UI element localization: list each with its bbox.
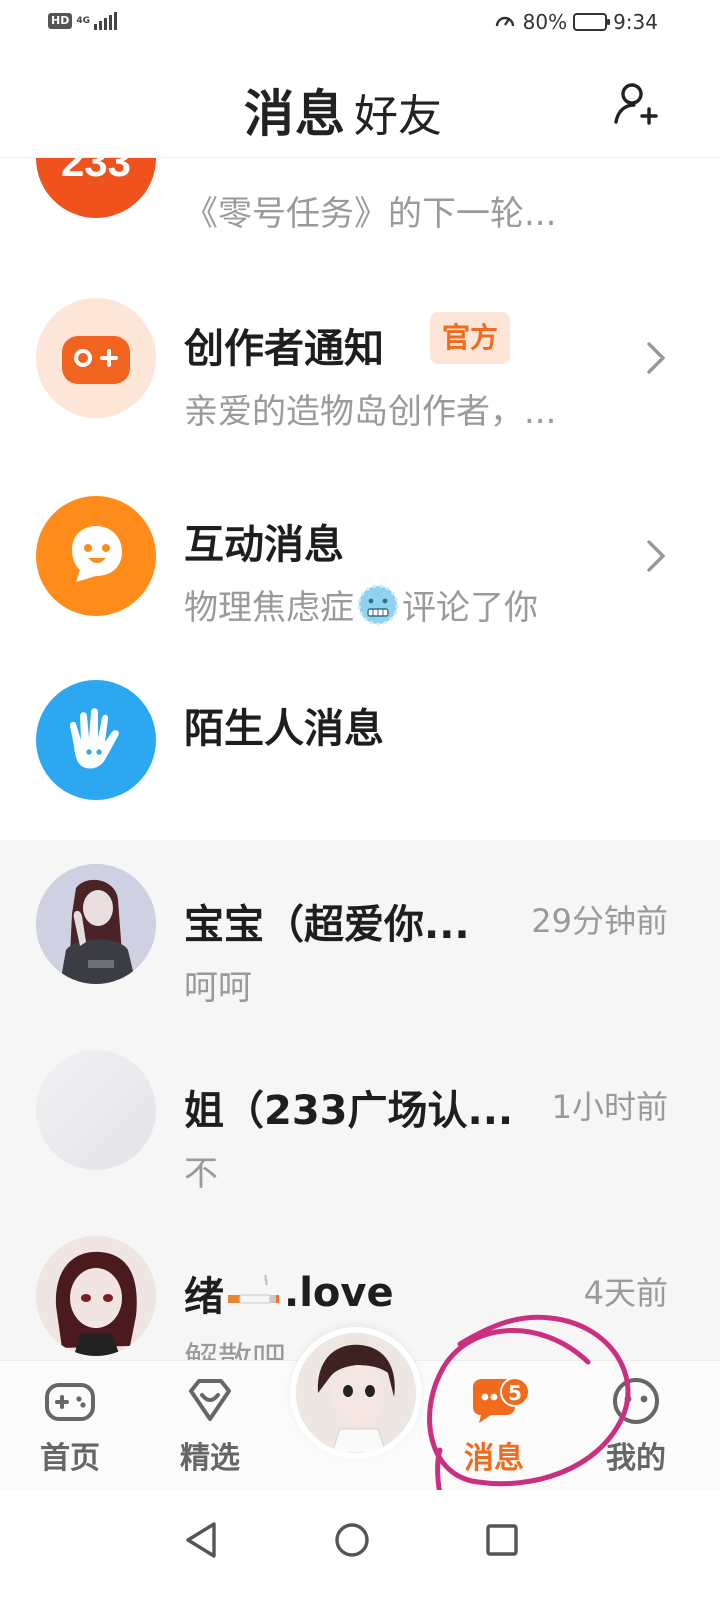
back-icon[interactable] bbox=[172, 1510, 232, 1570]
network-type: 4G bbox=[76, 15, 90, 26]
chat-time: 4天前 bbox=[583, 1274, 668, 1312]
status-right: 80% 9:34 bbox=[493, 10, 658, 34]
chevron-right-icon bbox=[647, 342, 666, 374]
chat-name: 姐（233广场认... bbox=[184, 1088, 514, 1134]
avatar bbox=[36, 1236, 156, 1356]
recents-icon[interactable] bbox=[472, 1510, 532, 1570]
chat-last-message: 不 bbox=[184, 1154, 218, 1194]
battery-percent: 80% bbox=[522, 10, 568, 34]
avatar bbox=[36, 864, 156, 984]
list-item-creator-notice[interactable]: 创作者通知 官方 亲爱的造物岛创作者，... bbox=[0, 294, 720, 454]
nav-home[interactable]: 首页 bbox=[20, 1375, 120, 1485]
list-item-233-notice[interactable]: 233 《零号任务》的下一轮... bbox=[0, 158, 720, 268]
add-user-icon[interactable] bbox=[612, 80, 660, 128]
233-logo-icon: 233 bbox=[36, 158, 156, 218]
nav-center-avatar[interactable] bbox=[290, 1327, 422, 1459]
row-title: 陌生人消息 bbox=[184, 706, 384, 752]
list-item-interactions[interactable]: 互动消息 物理焦虑症 评论了你 bbox=[0, 492, 720, 652]
hand-icon bbox=[36, 680, 156, 800]
nav-featured[interactable]: 精选 bbox=[160, 1375, 260, 1485]
row-subtitle: 物理焦虑症 评论了你 bbox=[184, 580, 538, 629]
nav-mine-label: 我的 bbox=[606, 1441, 666, 1476]
bottom-nav: 首页 精选 5 消息 我的 bbox=[0, 1327, 720, 1490]
status-left: HD 4G bbox=[48, 12, 118, 30]
gamepad-icon bbox=[36, 298, 156, 418]
app-header: 消息 好友 bbox=[0, 50, 720, 158]
chat-row[interactable]: 宝宝（超爱你... 29分钟前 呵呵 bbox=[0, 864, 720, 1034]
system-nav-bar bbox=[0, 1490, 720, 1600]
chat-time: 1小时前 bbox=[551, 1088, 668, 1126]
nav-messages-label: 消息 bbox=[464, 1441, 524, 1476]
nav-featured-label: 精选 bbox=[180, 1441, 240, 1476]
chat-name: 宝宝（超爱你... bbox=[184, 902, 470, 948]
speedometer-icon bbox=[495, 16, 514, 27]
row-title: 互动消息 bbox=[184, 522, 344, 568]
cigarette-emoji-icon bbox=[228, 1274, 279, 1304]
avatar bbox=[296, 1333, 416, 1453]
nav-mine[interactable]: 我的 bbox=[586, 1375, 686, 1485]
chat-name-end: .love bbox=[284, 1270, 394, 1316]
signal-icon bbox=[94, 12, 118, 30]
official-badge: 官方 bbox=[430, 312, 511, 364]
nav-messages[interactable]: 5 消息 bbox=[444, 1375, 544, 1485]
chat-last-message: 呵呵 bbox=[184, 968, 252, 1008]
chevron-right-icon bbox=[647, 540, 666, 572]
chat-time: 29分钟前 bbox=[531, 902, 668, 940]
cold-face-emoji-icon bbox=[357, 584, 399, 625]
row-subtitle: 亲爱的造物岛创作者，... bbox=[184, 392, 557, 432]
row-subtitle: 《零号任务》的下一轮... bbox=[184, 194, 557, 234]
commenter-name: 物理焦虑症 bbox=[184, 588, 354, 628]
message-list: 233 《零号任务》的下一轮... 创作者通知 官方 亲爱的造物岛创作者，... bbox=[0, 158, 720, 1360]
chat-name: 绪 .love bbox=[184, 1264, 394, 1322]
smiley-bubble-icon bbox=[36, 496, 156, 616]
clock: 9:34 bbox=[613, 10, 658, 34]
avatar bbox=[36, 1050, 156, 1170]
list-item-strangers[interactable]: 陌生人消息 bbox=[0, 678, 720, 818]
chat-row[interactable]: 姐（233广场认... 1小时前 不 bbox=[0, 1050, 720, 1220]
battery-icon bbox=[573, 13, 611, 31]
chat-last-message: 解散吧 bbox=[184, 1340, 286, 1360]
tab-friends[interactable]: 好友 bbox=[354, 80, 442, 144]
gamepad-icon bbox=[45, 1383, 95, 1421]
nav-home-label: 首页 bbox=[40, 1441, 100, 1476]
smiley-face-icon bbox=[613, 1378, 659, 1424]
chat-section: 宝宝（超爱你... 29分钟前 呵呵 姐（233广场认... 1小时前 不 绪 … bbox=[0, 840, 720, 1360]
chat-name-start: 绪 bbox=[184, 1274, 224, 1320]
tab-messages[interactable]: 消息 bbox=[244, 74, 346, 146]
svg-text:233: 233 bbox=[61, 158, 131, 185]
heart-gem-icon bbox=[189, 1379, 231, 1421]
status-bar: HD 4G 80% 9:34 bbox=[0, 0, 720, 50]
hd-indicator: HD bbox=[48, 13, 73, 29]
row-title: 创作者通知 bbox=[184, 326, 384, 372]
home-icon[interactable] bbox=[322, 1510, 382, 1570]
unread-count-badge: 5 bbox=[500, 1377, 530, 1407]
comment-action: 评论了你 bbox=[402, 588, 538, 628]
